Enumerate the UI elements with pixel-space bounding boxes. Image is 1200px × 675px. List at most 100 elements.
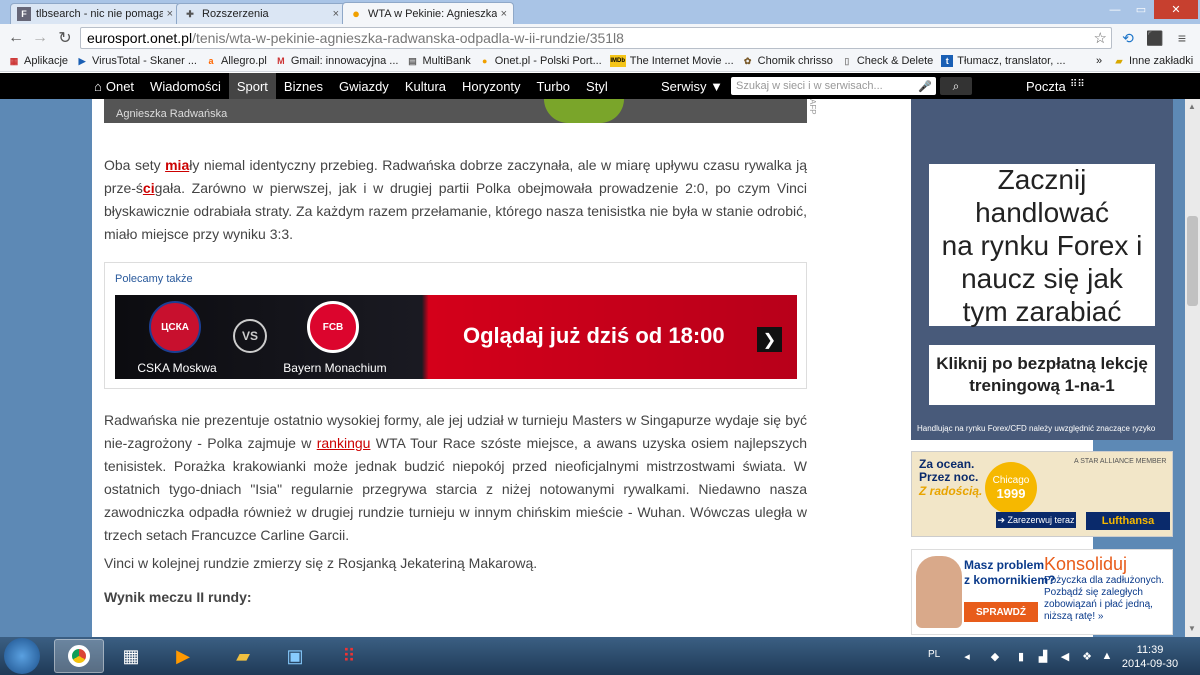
- nav-biznes[interactable]: Biznes: [276, 73, 331, 99]
- media-player-taskbar-icon[interactable]: ▶: [158, 639, 208, 673]
- text: WTA Tour Race szóste miejsce, a awans uz…: [104, 435, 807, 543]
- clock[interactable]: 11:39 2014-09-30: [1120, 643, 1180, 671]
- konsol-description: Pożyczka dla zadłużonych. Pozbądź się za…: [1044, 575, 1165, 622]
- reload-icon[interactable]: ↻: [53, 26, 77, 50]
- other-bookmarks[interactable]: ▰ Inne zakładki: [1113, 55, 1194, 67]
- lufthansa-ad[interactable]: Za ocean. Przez noc. Z radością. Chicago 1…: [911, 451, 1173, 537]
- bookmark-allegro[interactable]: a Allegro.pl: [205, 55, 267, 67]
- tray-shield-icon[interactable]: ◆: [988, 649, 1002, 663]
- extension-icon[interactable]: ⬛: [1145, 28, 1165, 48]
- network-taskbar-icon[interactable]: ▣: [270, 639, 320, 673]
- nav-poczta[interactable]: Poczta: [1018, 73, 1074, 99]
- forex-cta[interactable]: Kliknij po bezpłatną lekcję treningową 1…: [929, 345, 1155, 405]
- apps-grid-icon: ▦: [9, 55, 19, 66]
- chrome-taskbar-icon[interactable]: [54, 639, 104, 673]
- bookmark-aplikacje[interactable]: ▦ Aplikacje: [8, 55, 68, 67]
- page-scrollbar[interactable]: ▲ ▼: [1185, 99, 1200, 637]
- match-banner[interactable]: ЦСКА CSKA Moskwa VS FCB Bayern Monachium…: [115, 295, 797, 379]
- chrome-logo-icon: [68, 645, 90, 667]
- onet-favicon-icon: ●: [352, 6, 360, 21]
- nav-horyzonty[interactable]: Horyzonty: [454, 73, 529, 99]
- tray-power-icon[interactable]: ▮: [1014, 649, 1028, 663]
- recommended-box: Polecamy także ЦСКА CSKA Moskwa VS FCB B…: [104, 262, 807, 389]
- bookmark-label: Aplikacje: [24, 55, 69, 67]
- bookmark-check-delete[interactable]: ▯ Check & Delete: [841, 55, 933, 67]
- tab-close-icon[interactable]: ×: [501, 8, 507, 20]
- bookmark-imdb[interactable]: IMDb The Internet Movie ...: [609, 55, 734, 67]
- calculator-taskbar-icon[interactable]: ▦: [106, 639, 156, 673]
- nav-serwisy[interactable]: Serwisy ▼: [653, 73, 731, 99]
- explorer-taskbar-icon[interactable]: ▰: [218, 639, 268, 673]
- tray-dropbox-icon[interactable]: ❖: [1080, 649, 1094, 663]
- menu-icon[interactable]: ≡: [1172, 28, 1192, 48]
- bookmark-multibank[interactable]: ▤ MultiBank: [406, 55, 471, 67]
- result-line-partial: [104, 628, 807, 637]
- tray-network-icon[interactable]: ▟: [1036, 649, 1050, 663]
- nav-styl[interactable]: Styl: [578, 73, 616, 99]
- nav-gwiazdy[interactable]: Gwiazdy: [331, 73, 397, 99]
- onet-navigation: ⌂ Onet Wiadomości Sport Biznes Gwiazdy Ku…: [0, 73, 1200, 99]
- page-viewport: Agnieszka Radwańska AFP Oba sety miały n…: [0, 99, 1185, 637]
- scroll-down-icon[interactable]: ▼: [1188, 624, 1196, 633]
- tray-chevron-icon[interactable]: ◂: [960, 649, 974, 663]
- banner-cta: Oglądaj już dziś od 18:00: [463, 323, 725, 348]
- scroll-thumb[interactable]: [1187, 216, 1198, 306]
- multibank-icon: ▤: [408, 55, 417, 66]
- nav-wiadomosci[interactable]: Wiadomości: [142, 73, 229, 99]
- nav-sport[interactable]: Sport: [228, 73, 276, 99]
- tab-close-icon[interactable]: ×: [333, 8, 339, 20]
- tray-volume-icon[interactable]: ◀: [1058, 649, 1072, 663]
- check-button[interactable]: SPRAWDŹ: [964, 602, 1038, 622]
- sync-extension-icon[interactable]: ⟲: [1118, 28, 1138, 48]
- language-indicator[interactable]: PL: [928, 649, 940, 660]
- forum-favicon-icon: F: [17, 7, 31, 21]
- nav-home[interactable]: ⌂ Onet: [86, 73, 142, 99]
- tab-strip: F tlbsearch - nic nie pomaga × ✚ Rozszer…: [0, 0, 1200, 24]
- article-paragraph-2: Radwańska nie prezentuje ostatnio wysoki…: [104, 409, 807, 547]
- maximize-icon[interactable]: ▭: [1128, 0, 1154, 19]
- forex-ad[interactable]: Zacznij handlować na rynku Forex i naucz…: [911, 99, 1173, 440]
- bookmark-onet[interactable]: ● Onet.pl - Polski Port...: [479, 55, 602, 67]
- reserve-button[interactable]: ➔ Zarezerwuj teraz: [996, 512, 1076, 528]
- window-close-icon[interactable]: ✕: [1154, 0, 1198, 19]
- bookmark-gmail[interactable]: M Gmail: innowacyjna ...: [275, 55, 398, 67]
- tab-close-icon[interactable]: ×: [167, 8, 173, 20]
- team-2-name: Bayern Monachium: [283, 361, 387, 375]
- search-placeholder: Szukaj w sieci i w serwisach...: [736, 80, 883, 92]
- content-column: Agnieszka Radwańska AFP Oba sety miały n…: [92, 99, 1173, 637]
- onet-icon: ●: [482, 56, 488, 66]
- start-button[interactable]: [4, 638, 40, 674]
- nav-turbo[interactable]: Turbo: [529, 73, 578, 99]
- bookmark-virustotal[interactable]: ▶ VirusTotal - Skaner ...: [76, 55, 197, 67]
- bookmark-star-icon[interactable]: ☆: [1094, 29, 1107, 47]
- minimize-icon[interactable]: —: [1102, 0, 1128, 19]
- windows-taskbar: ▦ ▶ ▰ ▣ ⠿ PL ◂ ◆ ▮ ▟ ◀ ❖ ▲ 11:39 2014-09…: [0, 637, 1200, 675]
- apps-taskbar-icon[interactable]: ⠿: [324, 639, 374, 673]
- address-bar[interactable]: eurosport.onet.pl/tenis/wta-w-pekinie-ag…: [80, 27, 1112, 49]
- search-icon[interactable]: ⌕: [940, 77, 972, 95]
- tab-tlbsearch[interactable]: F tlbsearch - nic nie pomaga ×: [10, 3, 180, 24]
- konsol-question: Masz problem z komornikiem?: [964, 558, 1055, 588]
- man-photo: [916, 556, 962, 628]
- back-icon[interactable]: ←: [4, 26, 28, 50]
- microphone-icon[interactable]: 🎤: [918, 80, 932, 93]
- apps-grid-icon[interactable]: ⠿⠿: [1070, 79, 1085, 90]
- bookmarks-more-icon[interactable]: »: [1096, 55, 1102, 67]
- article-paragraph-1: Oba sety miały niemal identyczny przebie…: [104, 154, 807, 246]
- bookmark-label: Allegro.pl: [220, 55, 267, 67]
- tagline-line: Przez noc.: [919, 470, 979, 484]
- folder-icon: ▰: [1115, 55, 1123, 66]
- forward-icon[interactable]: →: [28, 26, 52, 50]
- tab-wta-pekin[interactable]: ● WTA w Pekinie: Agnieszka ×: [342, 2, 514, 24]
- nav-kultura[interactable]: Kultura: [397, 73, 454, 99]
- arrow-right-icon[interactable]: ❯: [757, 327, 782, 352]
- ranking-link[interactable]: rankingu: [317, 435, 371, 451]
- bookmark-chomik[interactable]: ✿ Chomik chrisso: [742, 55, 833, 67]
- forex-line: tym zarabiać: [962, 295, 1122, 327]
- konsoliduj-ad[interactable]: Masz problem z komornikiem? SPRAWDŹ Konso…: [911, 549, 1173, 635]
- search-input[interactable]: Szukaj w sieci i w serwisach... 🎤: [731, 77, 936, 95]
- tray-app-icon[interactable]: ▲: [1100, 649, 1114, 663]
- bookmark-tlumacz[interactable]: t Tłumacz, translator, ...: [941, 55, 1066, 67]
- tab-rozszerzenia[interactable]: ✚ Rozszerzenia ×: [176, 3, 346, 24]
- scroll-up-icon[interactable]: ▲: [1188, 102, 1196, 111]
